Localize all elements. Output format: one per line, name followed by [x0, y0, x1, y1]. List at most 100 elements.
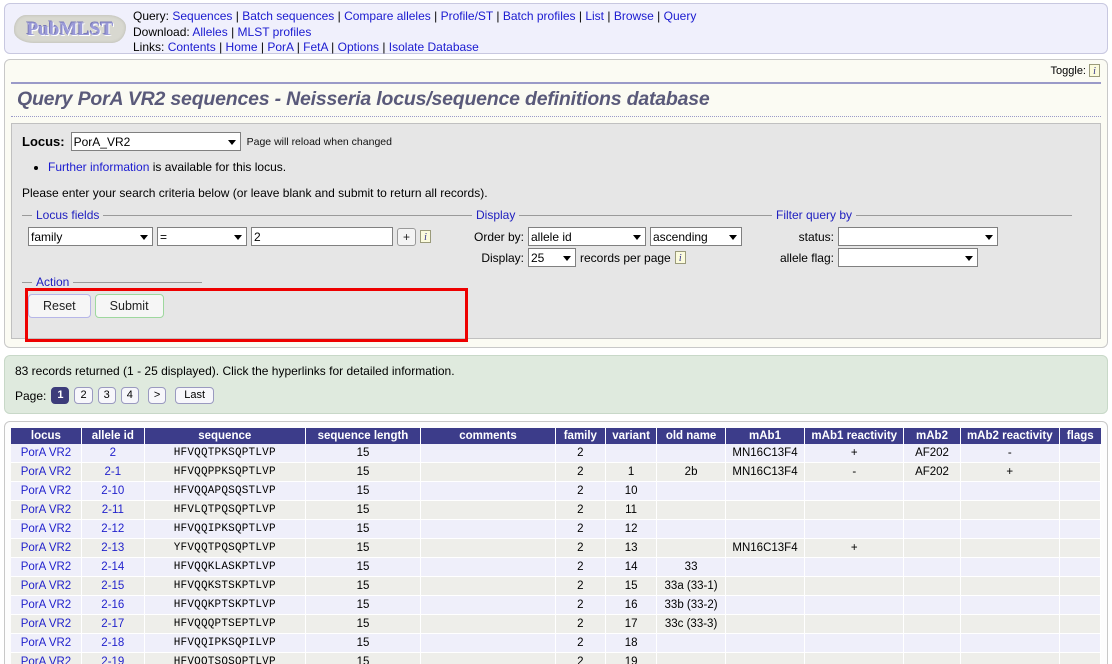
cell-locus[interactable]: PorA VR2	[11, 519, 82, 539]
col-header-mab2-reactivity[interactable]: mAb2 reactivity	[960, 428, 1060, 444]
nav-link-home[interactable]: Home	[226, 40, 258, 54]
locus-value-input[interactable]	[251, 227, 393, 246]
table-row: PorA VR2 2-19 HFVQQTSQSQPTLVP 15 2 19	[11, 652, 1102, 664]
cell-family: 2	[555, 595, 606, 615]
col-header-family[interactable]: family	[555, 428, 606, 444]
col-header-sequence[interactable]: sequence	[144, 428, 306, 444]
cell-variant: 15	[605, 576, 658, 596]
cell-allele-id[interactable]: 2-18	[81, 633, 145, 653]
further-information-link[interactable]: Further information	[48, 160, 149, 174]
nav-link-query[interactable]: Query	[664, 9, 697, 23]
table-row: PorA VR2 2 HFVQQTPKSQPTLVP 15 2 MN16C13F4 + AF2…	[11, 444, 1102, 463]
col-header-old-name[interactable]: old name	[656, 428, 726, 444]
nav-row-links: Links: Contents | Home | PorA | FetA | O…	[133, 40, 479, 54]
nav-link-list[interactable]: List	[585, 9, 604, 23]
nav-link-isolate-database[interactable]: Isolate Database	[389, 40, 479, 54]
toggle-control[interactable]: Toggle: i	[1048, 63, 1103, 78]
cell-allele-id[interactable]: 2-16	[81, 595, 145, 615]
cell-allele-id[interactable]: 2-13	[81, 538, 145, 558]
nav-link-sequences[interactable]: Sequences	[172, 9, 232, 23]
table-row: PorA VR2 2-11 HFVLQTPQSQPTLVP 15 2 11	[11, 500, 1102, 520]
cell-mAb1-reactivity: -	[804, 462, 905, 482]
page-button-next[interactable]: >	[147, 387, 167, 404]
cell-allele-id[interactable]: 2-17	[81, 614, 145, 634]
col-header-comments[interactable]: comments	[420, 428, 556, 444]
info-icon[interactable]: i	[1089, 64, 1100, 77]
col-header-flags[interactable]: flags	[1059, 428, 1101, 444]
cell-allele-id[interactable]: 2-10	[81, 481, 145, 501]
locus-operator-select[interactable]: =	[157, 227, 247, 246]
display-label: Display:	[481, 250, 524, 265]
nav-link-contents[interactable]: Contents	[168, 40, 216, 54]
cell-mAb1	[725, 519, 806, 539]
order-by-select[interactable]: allele id	[528, 227, 646, 246]
cell-allele-id[interactable]: 2-1	[81, 462, 145, 482]
nav-link-batch-sequences[interactable]: Batch sequences	[242, 9, 334, 23]
cell-mAb2-reactivity	[960, 481, 1060, 501]
col-header-sequence-length[interactable]: sequence length	[305, 428, 422, 444]
cell-variant: 12	[605, 519, 658, 539]
cell-locus[interactable]: PorA VR2	[11, 633, 82, 653]
cell-allele-id[interactable]: 2-12	[81, 519, 145, 539]
cell-locus[interactable]: PorA VR2	[11, 481, 82, 501]
add-field-button[interactable]: +	[397, 227, 416, 246]
page-button-3[interactable]: 3	[97, 387, 116, 404]
locus-fields-info-icon[interactable]: i	[420, 230, 431, 243]
cell-locus[interactable]: PorA VR2	[11, 500, 82, 520]
cell-mAb1: MN16C13F4	[725, 444, 806, 463]
col-header-allele-id[interactable]: allele id	[81, 428, 145, 444]
records-per-page-select[interactable]: 25	[528, 248, 576, 267]
allele-flag-select[interactable]	[838, 248, 978, 267]
col-header-mab1-reactivity[interactable]: mAb1 reactivity	[804, 428, 905, 444]
nav-link-profile-st[interactable]: Profile/ST	[441, 9, 493, 23]
cell-locus[interactable]: PorA VR2	[11, 557, 82, 577]
locus-select-wrap: PorA_VR2	[70, 132, 241, 151]
cell-sequence-length: 15	[305, 614, 422, 634]
reset-button[interactable]: Reset	[28, 294, 91, 318]
page-button-1[interactable]: 1	[51, 387, 70, 404]
nav-link-batch-profiles[interactable]: Batch profiles	[503, 9, 576, 23]
cell-locus[interactable]: PorA VR2	[11, 538, 82, 558]
nav-link-pora[interactable]: PorA	[267, 40, 293, 54]
col-header-mab2[interactable]: mAb2	[903, 428, 961, 444]
nav-link-alleles[interactable]: Alleles	[192, 25, 227, 39]
col-header-variant[interactable]: variant	[605, 428, 658, 444]
locus-fields-legend: Locus fields	[36, 208, 100, 222]
nav-link-compare-alleles[interactable]: Compare alleles	[344, 9, 431, 23]
submit-button[interactable]: Submit	[94, 294, 164, 318]
page-button-last[interactable]: Last	[175, 387, 215, 404]
col-header-locus[interactable]: locus	[11, 428, 82, 444]
cell-family: 2	[555, 652, 606, 664]
cell-mAb1	[725, 652, 806, 664]
locus-select[interactable]: PorA_VR2	[70, 132, 241, 151]
action-buttons-row: Reset Submit	[28, 294, 196, 318]
col-header-mab1[interactable]: mAb1	[725, 428, 806, 444]
page-button-4[interactable]: 4	[120, 387, 139, 404]
cell-allele-id[interactable]: 2-15	[81, 576, 145, 596]
cell-locus[interactable]: PorA VR2	[11, 444, 82, 463]
cell-locus[interactable]: PorA VR2	[11, 652, 82, 664]
cell-mAb1	[725, 500, 806, 520]
cell-mAb2	[903, 595, 961, 615]
cell-allele-id[interactable]: 2-19	[81, 652, 145, 664]
cell-allele-id[interactable]: 2-11	[81, 500, 145, 520]
order-direction-select[interactable]: ascending	[650, 227, 742, 246]
cell-locus[interactable]: PorA VR2	[11, 462, 82, 482]
nav-link-feta[interactable]: FetA	[303, 40, 328, 54]
nav-link-browse[interactable]: Browse	[614, 9, 654, 23]
cell-locus[interactable]: PorA VR2	[11, 576, 82, 596]
cell-mAb2	[903, 652, 961, 664]
cell-locus[interactable]: PorA VR2	[11, 614, 82, 634]
status-select[interactable]	[838, 227, 998, 246]
nav-link-options[interactable]: Options	[338, 40, 379, 54]
cell-allele-id[interactable]: 2-14	[81, 557, 145, 577]
cell-locus[interactable]: PorA VR2	[11, 595, 82, 615]
display-info-icon[interactable]: i	[674, 251, 686, 264]
cell-mAb1-reactivity	[804, 652, 905, 664]
cell-allele-id[interactable]: 2	[81, 444, 145, 463]
filter-fieldset: Filter query by status: allele flag:	[762, 208, 1072, 275]
nav-link-mlst-profiles[interactable]: MLST profiles	[238, 25, 312, 39]
cell-flags	[1059, 462, 1102, 482]
page-button-2[interactable]: 2	[74, 387, 93, 404]
locus-field-select[interactable]: family	[28, 227, 153, 246]
